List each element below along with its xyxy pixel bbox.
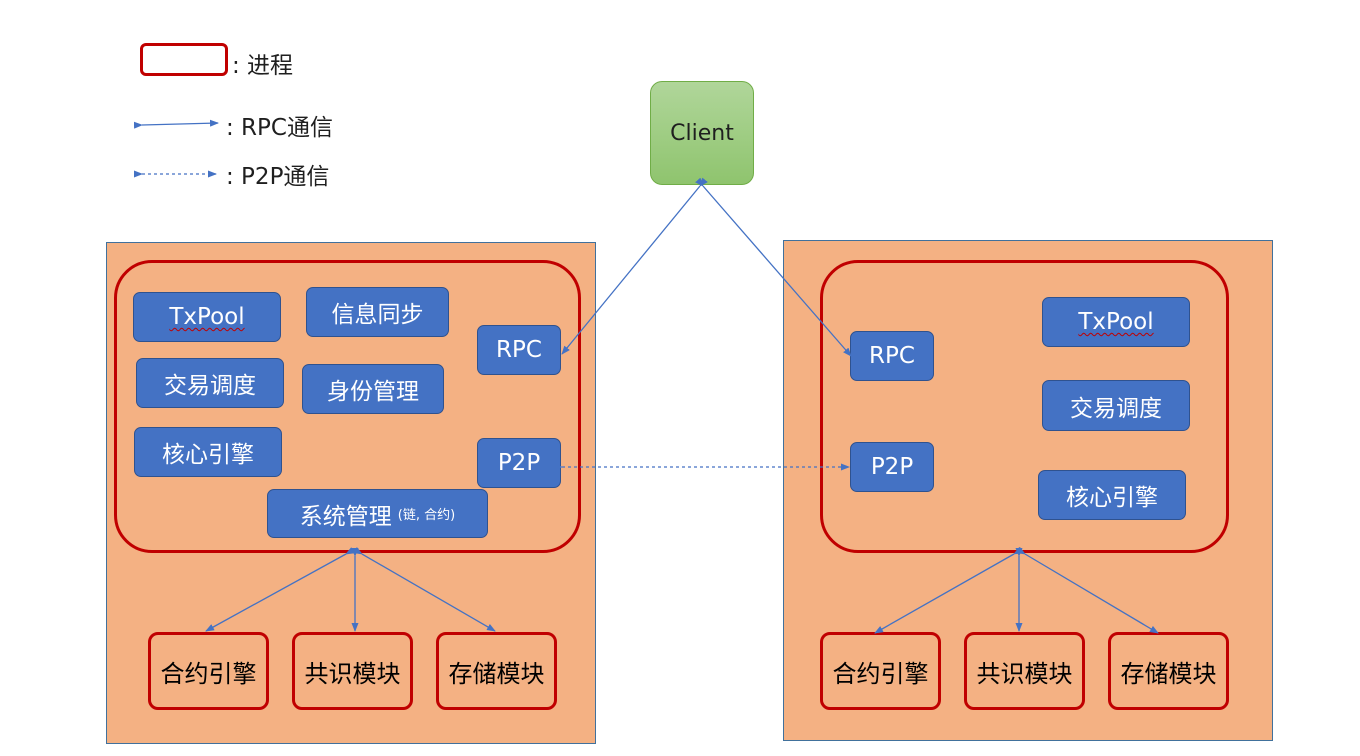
left-consensus-module[interactable]: 共识模块 — [292, 632, 413, 710]
left-identity-label: 身份管理 — [327, 379, 419, 405]
right-contract-label: 合约引擎 — [832, 659, 929, 688]
left-txpool-label: TxPool — [169, 304, 245, 330]
right-scheduler-label: 交易调度 — [1070, 395, 1162, 422]
left-p2p-box[interactable]: P2P — [477, 438, 561, 488]
left-contract-module[interactable]: 合约引擎 — [148, 632, 269, 710]
legend-process-label: : 进程 — [232, 53, 294, 79]
right-rpc-box[interactable]: RPC — [850, 331, 934, 381]
client-node[interactable]: Client — [650, 81, 754, 185]
right-storage-module[interactable]: 存储模块 — [1108, 632, 1229, 710]
client-label: Client — [670, 120, 734, 146]
left-scheduler-box[interactable]: 交易调度 — [136, 358, 284, 408]
left-p2p-label: P2P — [497, 450, 541, 476]
right-consensus-label: 共识模块 — [976, 659, 1073, 688]
right-core-box[interactable]: 核心引擎 — [1038, 470, 1186, 520]
legend-rpc-label: : RPC通信 — [226, 115, 333, 141]
left-storage-label: 存储模块 — [448, 659, 545, 688]
left-sysmgmt-box[interactable]: 系统管理 (链, 合约) — [267, 489, 488, 538]
legend-process-swatch — [140, 43, 228, 76]
right-p2p-box[interactable]: P2P — [850, 442, 934, 492]
left-txpool-box[interactable]: TxPool — [133, 292, 281, 342]
left-scheduler-label: 交易调度 — [164, 373, 256, 399]
left-rpc-label: RPC — [496, 337, 542, 363]
left-core-box[interactable]: 核心引擎 — [134, 427, 282, 477]
legend-rpc-arrow — [133, 119, 219, 129]
left-core-label: 核心引擎 — [162, 442, 254, 468]
left-sync-box[interactable]: 信息同步 — [306, 287, 449, 337]
right-rpc-label: RPC — [869, 343, 915, 369]
right-txpool-label: TxPool — [1078, 309, 1154, 335]
left-identity-box[interactable]: 身份管理 — [302, 364, 444, 414]
right-core-label: 核心引擎 — [1066, 485, 1158, 511]
left-sync-label: 信息同步 — [331, 302, 424, 328]
legend-p2p-label: : P2P通信 — [226, 164, 330, 190]
right-scheduler-box[interactable]: 交易调度 — [1042, 380, 1190, 431]
left-storage-module[interactable]: 存储模块 — [436, 632, 557, 710]
right-consensus-module[interactable]: 共识模块 — [964, 632, 1085, 710]
left-consensus-label: 共识模块 — [304, 659, 401, 688]
right-contract-module[interactable]: 合约引擎 — [820, 632, 941, 710]
right-storage-label: 存储模块 — [1120, 659, 1217, 688]
left-sysmgmt-label: 系统管理 — [299, 503, 392, 530]
right-txpool-box[interactable]: TxPool — [1042, 297, 1190, 347]
left-sysmgmt-note: (链, 合约) — [397, 508, 456, 523]
right-p2p-label: P2P — [870, 454, 914, 480]
left-contract-label: 合约引擎 — [160, 659, 257, 688]
left-rpc-box[interactable]: RPC — [477, 325, 561, 375]
